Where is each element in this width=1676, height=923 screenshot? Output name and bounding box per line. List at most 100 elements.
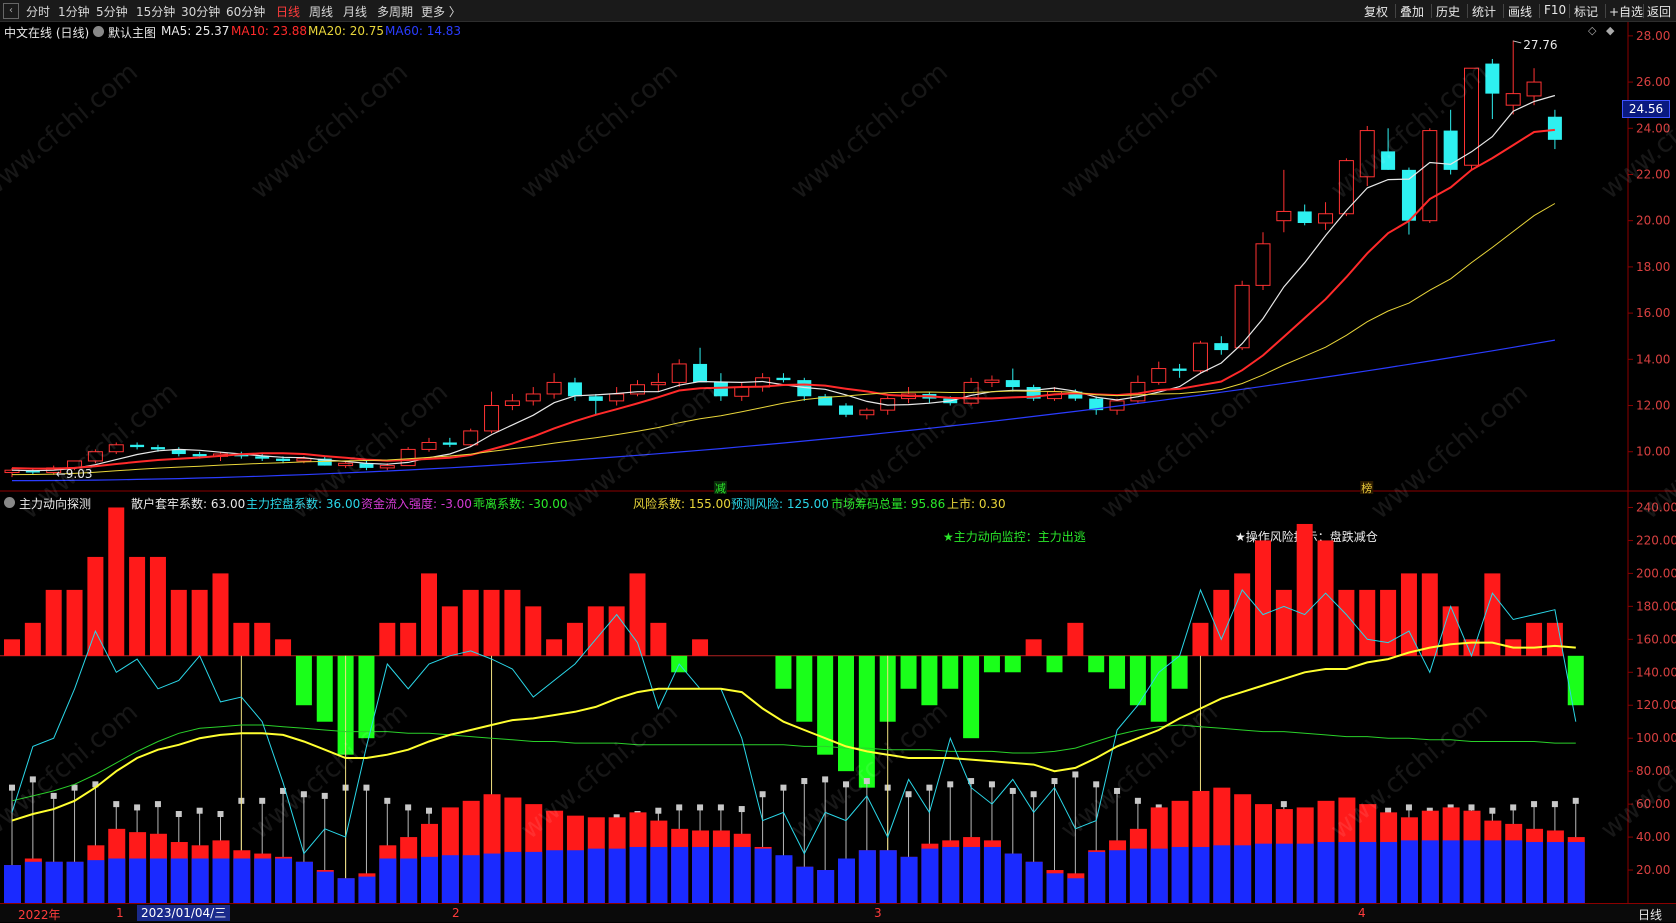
ma5-label: MA5: 25.37 [161, 24, 230, 38]
gray-needle-cap [134, 804, 141, 811]
osc-bar-green [1567, 655, 1584, 706]
price-tick-label: 28.00 [1636, 29, 1670, 43]
candle-down [693, 363, 708, 383]
blue-bar [233, 858, 251, 903]
gray-needle-cap [113, 801, 120, 808]
candle-down [192, 454, 207, 457]
osc-bar-green [900, 655, 917, 689]
tab-5min[interactable]: 5分钟 [96, 3, 128, 20]
red-bar [1526, 828, 1544, 903]
candle-down [1214, 343, 1229, 351]
blue-bar [546, 850, 564, 903]
osc-bar-red [1400, 573, 1417, 656]
draw-line-button[interactable]: 画线 [1508, 3, 1532, 20]
red-bar [712, 830, 730, 903]
blue-bar [1296, 843, 1314, 903]
month-2-label: 2 [452, 906, 460, 920]
sub-indicator-dropdown-icon[interactable] [4, 497, 15, 508]
price-tick-label: 16.00 [1636, 306, 1670, 320]
red-bar [1484, 820, 1502, 903]
watermark-text: www.cfchi.com [0, 57, 144, 205]
overlay-button[interactable]: 叠加 [1400, 3, 1424, 20]
candle-up [1130, 381, 1146, 402]
blue-bar [66, 861, 84, 903]
diamond-small-icon[interactable]: ◆ [1606, 24, 1614, 37]
main-indicator-name[interactable]: 默认主图 [108, 24, 156, 41]
tab-daily[interactable]: 日线 [276, 3, 300, 20]
watermark-text: www.cfchi.com [1595, 57, 1676, 205]
candle-up [1234, 284, 1250, 349]
red-bar [1505, 823, 1523, 903]
add-favorite-button[interactable]: +自选 [1609, 3, 1643, 20]
sub-indicator-name[interactable]: 主力动向探测 [19, 495, 91, 512]
param-chouma: 市场筹码总量: 95.86 [831, 497, 946, 511]
blue-bar [316, 871, 334, 903]
red-bar [1109, 840, 1127, 903]
watermark-text: www.cfchi.com [1635, 377, 1676, 525]
blue-bar [170, 858, 188, 903]
history-button[interactable]: 历史 [1436, 3, 1460, 20]
osc-bar-green [796, 655, 813, 722]
return-button[interactable]: 返回 [1647, 3, 1671, 20]
back-arrow-icon[interactable]: ‹ [3, 3, 19, 19]
gray-needle-cap [446, 811, 453, 818]
osc-bar-red [1505, 639, 1522, 656]
candle-down [1026, 387, 1041, 399]
tab-multi-period[interactable]: 多周期 [377, 3, 413, 20]
tab-more[interactable]: 更多 〉 [421, 3, 461, 20]
gray-needle-cap [655, 807, 662, 814]
tab-60min[interactable]: 60分钟 [226, 3, 265, 20]
blue-bar [1275, 843, 1293, 903]
blue-bar [295, 861, 313, 903]
indicator-dropdown-icon[interactable] [93, 26, 104, 37]
tab-weekly[interactable]: 周线 [309, 3, 333, 20]
gray-needle-cap [238, 797, 245, 804]
gray-needle-cap [1260, 807, 1266, 814]
watermark-text: www.cfchi.com [1055, 697, 1224, 845]
tab-30min[interactable]: 30分钟 [181, 3, 220, 20]
year-label: 2022年 [18, 908, 61, 922]
red-bar [629, 812, 647, 903]
osc-bar-red [608, 606, 625, 656]
red-bar [337, 878, 355, 903]
tab-15min[interactable]: 15分钟 [136, 3, 175, 20]
candle-up [859, 409, 875, 416]
osc-bar-red [1025, 639, 1042, 656]
red-bar [66, 861, 84, 903]
blue-bar [1526, 842, 1544, 903]
osc-bar-red [421, 573, 437, 656]
chart-area[interactable]: 28.00 26.00 24.00 22.00 20.00 18.00 16.00 14.00… [0, 0, 1676, 922]
candle-up [1359, 130, 1375, 178]
stats-button[interactable]: 统计 [1472, 3, 1496, 20]
f10-button[interactable]: F10 [1544, 3, 1566, 17]
mark-button[interactable]: 标记 [1574, 3, 1598, 20]
blue-bar [45, 861, 63, 903]
tab-fenshi[interactable]: 分时 [26, 3, 50, 20]
gray-needle-cap [1405, 804, 1412, 811]
osc-bar-green [963, 655, 980, 739]
gray-needle-cap [1051, 778, 1058, 785]
fuquan-button[interactable]: 复权 [1364, 3, 1388, 20]
candle-up [671, 363, 687, 383]
candle-up [400, 448, 416, 467]
blue-bar [1442, 840, 1460, 903]
tab-monthly[interactable]: 月线 [343, 3, 367, 20]
gray-needle-cap [321, 792, 328, 799]
candle-up [1255, 243, 1271, 286]
diamond-icon[interactable]: ◇ [1588, 24, 1596, 37]
gray-needle-cap [968, 778, 975, 785]
gray-needle-cap [738, 806, 745, 813]
period-label[interactable]: 日线 [1638, 906, 1662, 923]
sub-tick-label: 120.00 [1636, 698, 1676, 712]
red-bar [108, 828, 126, 903]
watermark-text: www.cfchi.com [245, 57, 414, 205]
blue-bar [671, 846, 689, 903]
red-bar [775, 856, 793, 903]
gray-needle-cap [300, 791, 307, 798]
gray-needle-cap [759, 791, 766, 798]
sub-tick-label: 180.00 [1636, 599, 1676, 613]
candle-down [567, 382, 582, 397]
candle-up [1276, 210, 1292, 222]
tab-1min[interactable]: 1分钟 [58, 3, 90, 20]
gray-needle-cap [1531, 801, 1538, 808]
